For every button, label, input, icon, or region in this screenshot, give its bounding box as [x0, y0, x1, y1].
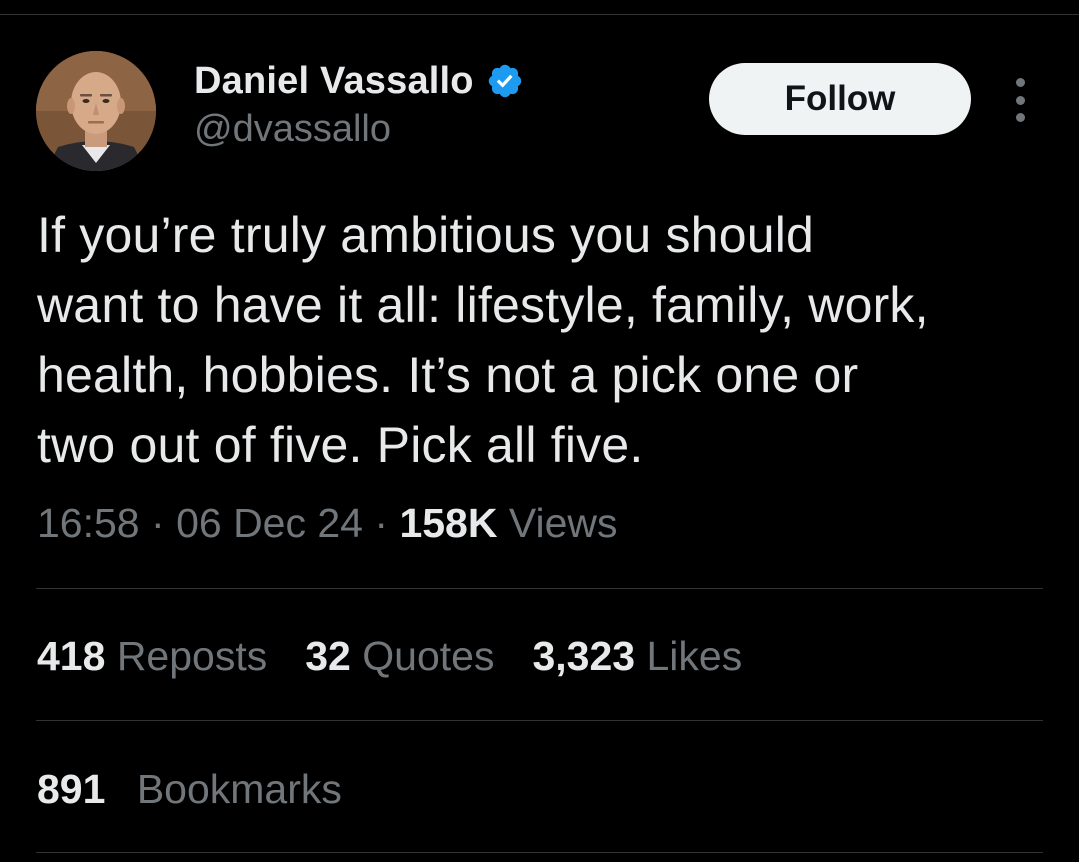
tweet-time[interactable]: 16:58 — [37, 500, 140, 546]
tweet-text: If you’re truly ambitious you should wan… — [37, 207, 929, 473]
author-info[interactable]: Daniel Vassallo @dvassallo — [194, 58, 524, 151]
likes-stat[interactable]: 3,323 Likes — [532, 633, 742, 680]
verified-badge-icon[interactable] — [486, 62, 524, 100]
meta-separator: · — [374, 500, 389, 546]
quotes-label: Quotes — [362, 633, 495, 679]
divider — [36, 720, 1043, 721]
likes-count: 3,323 — [532, 633, 636, 679]
quotes-stat[interactable]: 32 Quotes — [305, 633, 494, 680]
likes-label: Likes — [646, 633, 743, 679]
views-count[interactable]: 158K — [399, 500, 497, 546]
avatar[interactable] — [36, 51, 156, 171]
reposts-count: 418 — [37, 633, 106, 679]
more-dot — [1015, 113, 1025, 122]
display-name[interactable]: Daniel Vassallo — [194, 60, 474, 103]
more-dot — [1015, 78, 1025, 87]
meta-separator: · — [151, 500, 165, 546]
engagement-stats: 418 Reposts 32 Quotes 3,323 Likes — [37, 633, 780, 680]
top-divider — [0, 14, 1079, 15]
more-dot — [1015, 95, 1025, 105]
bookmarks-label: Bookmarks — [136, 766, 342, 812]
reposts-stat[interactable]: 418 Reposts — [37, 633, 267, 680]
divider — [36, 588, 1043, 589]
tweet-meta: 16:58 · 06 Dec 24 · 158K Views — [37, 500, 618, 547]
reposts-label: Reposts — [116, 633, 268, 679]
quotes-count: 32 — [305, 633, 351, 679]
user-handle[interactable]: @dvassallo — [194, 108, 524, 151]
bookmarks-count: 891 — [37, 766, 106, 812]
bookmarks-stat[interactable]: 891 Bookmarks — [37, 766, 342, 813]
divider — [36, 852, 1043, 853]
tweet-date[interactable]: 06 Dec 24 — [176, 500, 363, 546]
follow-button[interactable]: Follow — [709, 63, 971, 135]
display-name-row: Daniel Vassallo — [194, 58, 524, 104]
more-options-icon[interactable] — [1002, 74, 1038, 126]
avatar-image — [36, 51, 156, 171]
views-label: Views — [508, 500, 618, 546]
